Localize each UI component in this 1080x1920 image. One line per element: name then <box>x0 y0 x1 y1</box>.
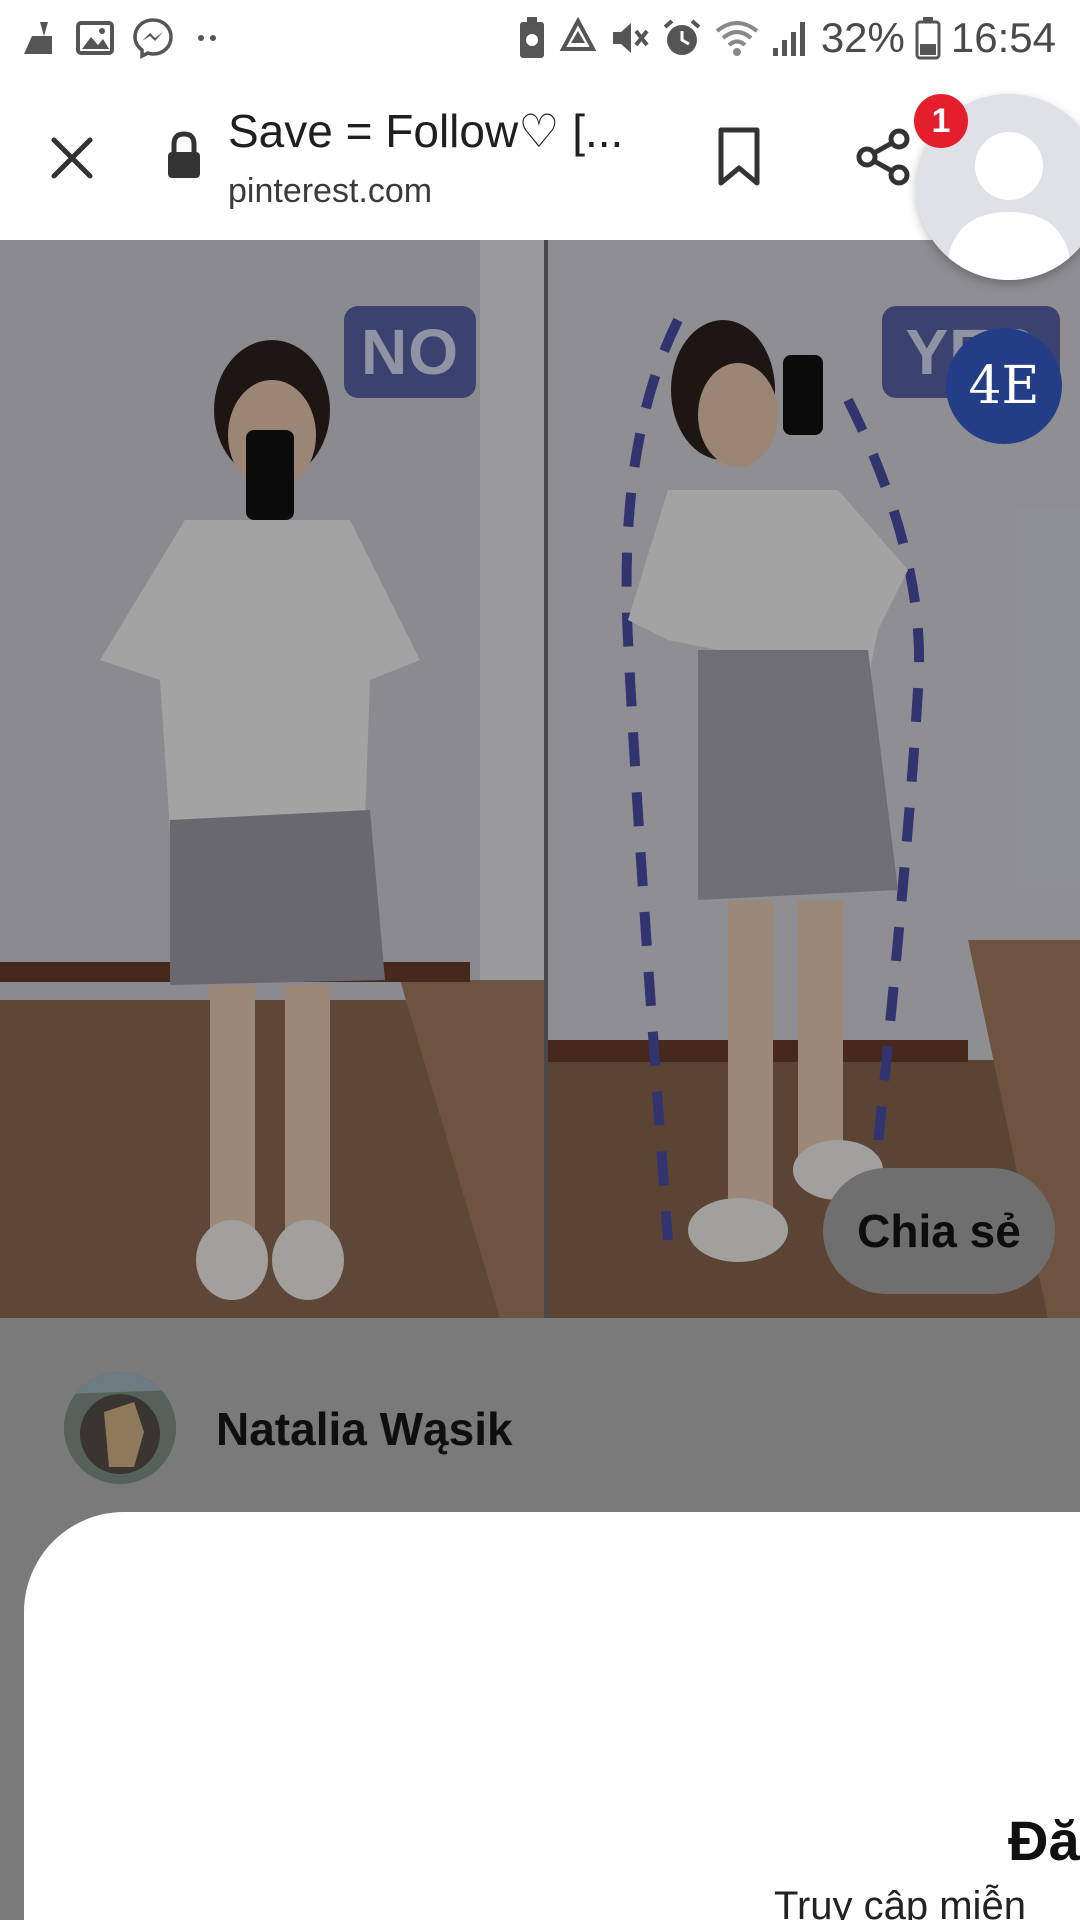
page-domain: pinterest.com <box>228 172 433 210</box>
more-dots-icon <box>192 32 222 44</box>
outfit-photo-no <box>0 240 544 1318</box>
sheet-subtext: Truy cập miễn <box>774 1884 1026 1920</box>
battery-saver-icon <box>517 16 547 60</box>
wifi-icon <box>713 17 761 59</box>
bookmark-button[interactable] <box>712 122 766 192</box>
sheet-heading: Đă <box>1008 1809 1080 1872</box>
status-bar-notifications <box>18 14 222 62</box>
lock-icon <box>164 130 204 180</box>
label-no: NO <box>344 306 476 398</box>
close-button[interactable] <box>40 126 104 190</box>
recycle-icon <box>557 17 599 59</box>
gallery-icon <box>76 19 114 57</box>
author-name[interactable]: Natalia Wąsik <box>216 1402 513 1456</box>
page-title: Save = Follow♡ [... <box>228 105 624 157</box>
share-button[interactable] <box>852 126 914 188</box>
mute-icon <box>609 17 651 59</box>
status-bar: 32% 16:54 <box>0 0 1080 76</box>
screen: 32% 16:54 Save = Follow♡ [... pinterest.… <box>0 0 1080 1920</box>
signal-icon <box>771 18 811 58</box>
share-chip-button[interactable]: Chia sẻ <box>823 1168 1055 1294</box>
browser-toolbar: Save = Follow♡ [... pinterest.com <box>0 76 1080 242</box>
messenger-icon <box>132 17 174 59</box>
author-row[interactable]: Natalia Wąsik <box>0 1318 1080 1514</box>
battery-percentage: 32% <box>820 14 905 61</box>
close-icon <box>51 137 93 179</box>
cleaner-icon <box>18 18 58 58</box>
pin-image[interactable]: NO YES <box>0 240 1080 1318</box>
brand-logo-4e[interactable]: 4E <box>946 328 1062 444</box>
bookmark-icon <box>718 127 760 186</box>
alarm-icon <box>661 17 703 59</box>
signup-bottom-sheet <box>24 1512 1080 1920</box>
status-bar-system: 32% 16:54 <box>517 10 1056 66</box>
notification-badge: 1 <box>914 94 968 148</box>
battery-icon <box>915 16 941 60</box>
clock: 16:54 <box>950 14 1056 61</box>
share-icon <box>856 128 910 186</box>
author-avatar[interactable] <box>64 1372 176 1484</box>
